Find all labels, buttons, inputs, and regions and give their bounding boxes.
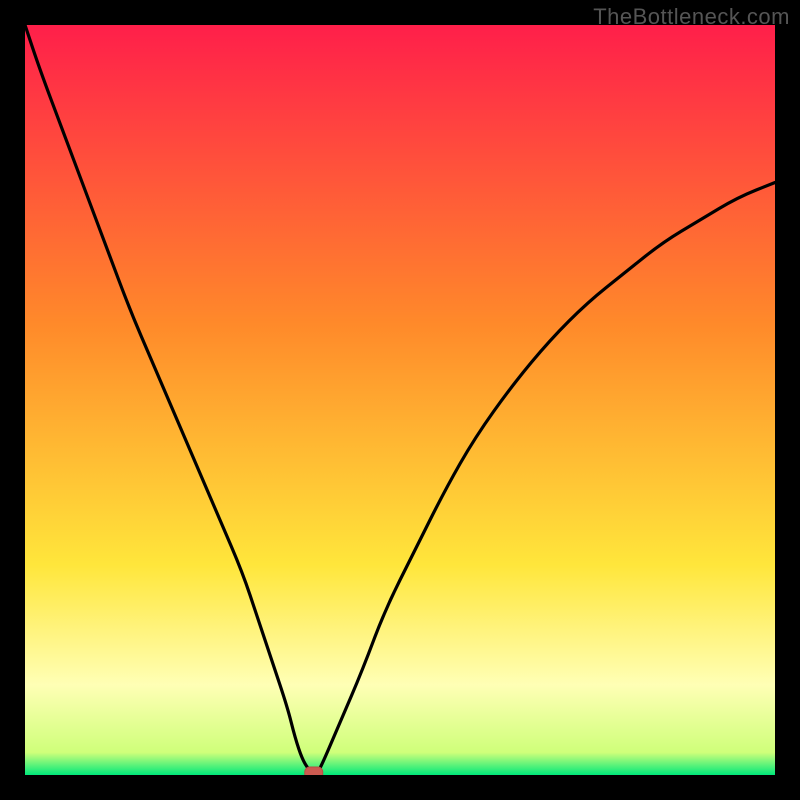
bottleneck-chart bbox=[25, 25, 775, 775]
plot-frame bbox=[25, 25, 775, 775]
canvas-root: TheBottleneck.com bbox=[0, 0, 800, 800]
plot-background bbox=[25, 25, 775, 775]
optimal-point-marker bbox=[305, 767, 323, 775]
watermark-text: TheBottleneck.com bbox=[593, 4, 790, 30]
